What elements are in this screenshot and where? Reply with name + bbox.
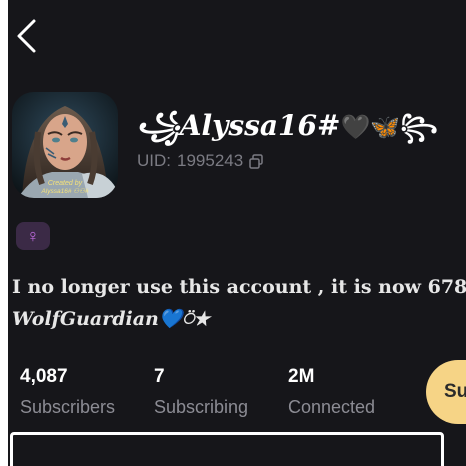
- uid-value: 1995243: [177, 151, 244, 170]
- back-button[interactable]: [14, 18, 42, 54]
- uid-label: UID:: [137, 151, 171, 170]
- avatar-image: Created by Alyssa16# ⚇⚇#: [12, 92, 118, 198]
- bio-line-1: I no longer use this account , it is now…: [12, 276, 466, 298]
- copy-icon[interactable]: [249, 153, 263, 169]
- chevron-left-icon: [17, 19, 36, 53]
- stat-value: 7: [154, 366, 165, 387]
- stat-value: 2M: [288, 366, 315, 387]
- uid-row: UID: 1995243: [137, 151, 263, 171]
- name-suffix-ornament: 🖤🦋꧂: [340, 112, 438, 141]
- content-card: [10, 432, 444, 466]
- avatar[interactable]: Created by Alyssa16# ⚇⚇#: [12, 92, 118, 198]
- gender-badge: ♀: [16, 222, 50, 250]
- avatar-caption-line1: Created by: [48, 180, 83, 187]
- subscribe-button[interactable]: Su: [426, 360, 466, 424]
- stat-subscribing[interactable]: 7 Subscribing: [154, 366, 248, 418]
- stat-label: Connected: [288, 397, 376, 417]
- stat-label: Subscribers: [20, 397, 116, 417]
- female-symbol-icon: ♀: [26, 225, 40, 246]
- name-text: Alyssa16#: [179, 109, 341, 142]
- stat-value: 4,087: [20, 366, 68, 387]
- profile-screen: Created by Alyssa16# ⚇⚇# ꧁Alyssa16#🖤🦋꧂ U…: [8, 0, 466, 466]
- name-prefix-ornament: ꧁: [136, 109, 180, 142]
- stat-label: Subscribing: [154, 397, 249, 417]
- avatar-caption-line2: Alyssa16# ⚇⚇#: [40, 188, 88, 195]
- bio-line-2: WolfGuardian💙⍥★: [12, 308, 210, 330]
- stat-connected[interactable]: 2M Connected: [288, 366, 375, 418]
- stat-subscribers[interactable]: 4,087 Subscribers: [20, 366, 115, 418]
